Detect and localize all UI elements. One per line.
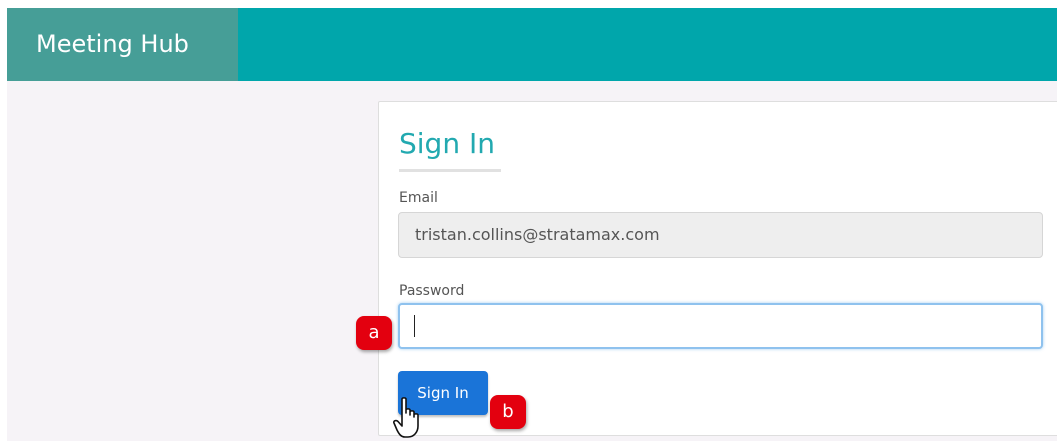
app-brand[interactable]: Meeting Hub: [7, 8, 238, 81]
email-field[interactable]: tristan.collins@stratamax.com: [398, 212, 1043, 258]
text-caret: [414, 315, 415, 337]
signin-heading: Sign In: [399, 127, 495, 160]
password-label: Password: [399, 283, 465, 299]
annotation-marker-a: a: [356, 316, 392, 350]
heading-underline: [399, 169, 501, 172]
email-label: Email: [399, 190, 438, 206]
annotation-marker-b: b: [490, 395, 526, 429]
password-field[interactable]: [398, 303, 1043, 349]
top-navbar: Meeting Hub: [7, 8, 1057, 81]
hand-pointer-icon: [393, 397, 419, 438]
